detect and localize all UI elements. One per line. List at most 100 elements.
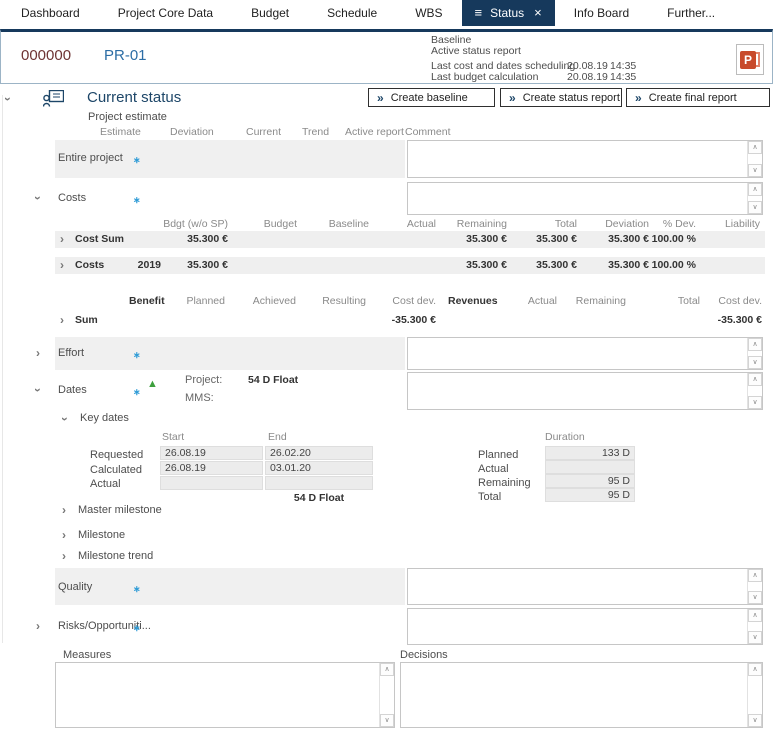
scrollbar[interactable]: ∧ ∨: [747, 373, 762, 409]
effort-label: Effort: [58, 347, 84, 359]
collapse-key-dates-icon[interactable]: ›: [60, 417, 70, 421]
scroll-down-icon[interactable]: ∨: [748, 396, 762, 409]
remaining-duration-label: Remaining: [478, 477, 531, 489]
scroll-down-icon[interactable]: ∨: [380, 714, 394, 727]
scrollbar[interactable]: ∧ ∨: [747, 338, 762, 369]
estimate-marker-icon[interactable]: ∗: [133, 623, 141, 634]
scroll-down-icon[interactable]: ∨: [748, 356, 762, 369]
scroll-down-icon[interactable]: ∨: [748, 164, 762, 177]
expand-master-milestone-icon[interactable]: ›: [62, 505, 66, 515]
sum-label: Sum: [75, 314, 98, 326]
scroll-up-icon[interactable]: ∧: [748, 609, 762, 622]
tab-info-board[interactable]: Info Board: [555, 0, 648, 26]
scrollbar[interactable]: ∧ ∨: [379, 663, 394, 727]
tab-status[interactable]: ≡ Status ×: [462, 0, 555, 26]
tab-further[interactable]: Further...: [648, 0, 734, 26]
remaining-duration-cell: 95 D: [545, 474, 635, 488]
risks-comment-box[interactable]: ∧ ∨: [407, 608, 763, 645]
costs-label: Costs: [58, 192, 86, 204]
project-number: 000000: [21, 47, 71, 64]
expand-effort-icon[interactable]: ›: [36, 348, 40, 358]
tab-dashboard[interactable]: Dashboard: [2, 0, 99, 26]
scroll-up-icon[interactable]: ∧: [380, 663, 394, 676]
col-actual-revenues: Actual: [490, 295, 557, 307]
cost-sum-label: Cost Sum: [75, 233, 124, 245]
scrollbar[interactable]: ∧ ∨: [747, 141, 762, 177]
run-icon: »: [635, 91, 642, 105]
scrollbar[interactable]: ∧ ∨: [747, 569, 762, 604]
scrollbar[interactable]: ∧ ∨: [747, 663, 762, 727]
scroll-up-icon[interactable]: ∧: [748, 663, 762, 676]
create-final-report-button[interactable]: » Create final report: [626, 88, 770, 107]
tab-schedule[interactable]: Schedule: [308, 0, 396, 26]
estimate-marker-icon[interactable]: ∗: [133, 350, 141, 361]
collapse-costs-icon[interactable]: ›: [33, 196, 43, 200]
scrollbar[interactable]: ∧ ∨: [747, 183, 762, 214]
scroll-up-icon[interactable]: ∧: [748, 141, 762, 154]
active-status-report-label: Active status report: [431, 45, 521, 57]
project-estimate-label: Project estimate: [88, 111, 167, 123]
estimate-marker-icon[interactable]: ∗: [133, 584, 141, 595]
col-start: Start: [162, 431, 184, 443]
estimate-marker-icon[interactable]: ∗: [133, 387, 141, 398]
master-milestone-label[interactable]: Master milestone: [78, 504, 162, 516]
close-tab-icon[interactable]: ×: [534, 0, 542, 26]
tab-budget[interactable]: Budget: [232, 0, 308, 26]
expand-milestone-icon[interactable]: ›: [62, 530, 66, 540]
milestone-label[interactable]: Milestone: [78, 529, 125, 541]
powerpoint-export-icon[interactable]: P: [736, 44, 764, 75]
planned-duration-cell: 133 D: [545, 446, 635, 460]
col-deviation: Deviation: [582, 218, 649, 230]
create-baseline-button[interactable]: » Create baseline: [368, 88, 495, 107]
expand-risks-icon[interactable]: ›: [36, 621, 40, 631]
estimate-marker-icon[interactable]: ∗: [133, 155, 141, 166]
scroll-down-icon[interactable]: ∨: [748, 631, 762, 644]
col-end: End: [268, 431, 287, 443]
estimate-marker-icon[interactable]: ∗: [133, 195, 141, 206]
expand-cost-sum-icon[interactable]: ›: [60, 234, 64, 244]
scroll-down-icon[interactable]: ∨: [748, 714, 762, 727]
col-cost-dev-benefit: Cost dev.: [370, 295, 436, 307]
collapse-dates-icon[interactable]: ›: [33, 388, 43, 392]
scroll-up-icon[interactable]: ∧: [748, 373, 762, 386]
requested-label: Requested: [90, 449, 143, 461]
col-comment: Comment: [405, 126, 451, 138]
effort-row: [55, 337, 405, 370]
tab-project-core-data[interactable]: Project Core Data: [99, 0, 232, 26]
collapse-current-status-icon[interactable]: ›: [3, 97, 13, 101]
col-bdgt: Bdgt (w/o SP): [140, 218, 228, 230]
total-duration-cell: 95 D: [545, 488, 635, 502]
expand-costs-2019-icon[interactable]: ›: [60, 260, 64, 270]
tab-wbs[interactable]: WBS: [396, 0, 461, 26]
col-planned: Planned: [160, 295, 225, 307]
scroll-down-icon[interactable]: ∨: [748, 201, 762, 214]
effort-comment-box[interactable]: ∧ ∨: [407, 337, 763, 370]
costs-comment-box[interactable]: ∧ ∨: [407, 182, 763, 215]
menu-icon[interactable]: ≡: [475, 0, 483, 26]
decisions-text-box[interactable]: ∧ ∨: [400, 662, 763, 728]
expand-milestone-trend-icon[interactable]: ›: [62, 551, 66, 561]
col-active-report: Active report: [345, 126, 404, 138]
measures-text-box[interactable]: ∧ ∨: [55, 662, 395, 728]
planned-duration-label: Planned: [478, 449, 518, 461]
status-report-icon: [43, 90, 64, 107]
costs-2019-total: 35.300 €: [514, 259, 577, 271]
scrollbar[interactable]: ∧ ∨: [747, 609, 762, 644]
scroll-up-icon[interactable]: ∧: [748, 183, 762, 196]
tab-bar: Dashboard Project Core Data Budget Sched…: [0, 0, 773, 26]
col-total: Total: [514, 218, 577, 230]
expand-sum-icon[interactable]: ›: [60, 315, 64, 325]
scroll-up-icon[interactable]: ∧: [748, 569, 762, 582]
scroll-up-icon[interactable]: ∧: [748, 338, 762, 351]
dates-comment-box[interactable]: ∧ ∨: [407, 372, 763, 410]
col-duration: Duration: [545, 431, 585, 443]
costs-2019-deviation: 35.300 €: [582, 259, 649, 271]
milestone-trend-label[interactable]: Milestone trend: [78, 550, 153, 562]
quality-comment-box[interactable]: ∧ ∨: [407, 568, 763, 605]
create-status-report-button[interactable]: » Create status report: [500, 88, 622, 107]
cost-sum-deviation: 35.300 €: [582, 233, 649, 245]
entire-project-comment-box[interactable]: ∧ ∨: [407, 140, 763, 178]
total-duration-label: Total: [478, 491, 501, 503]
col-deviation: Deviation: [170, 126, 214, 138]
scroll-down-icon[interactable]: ∨: [748, 591, 762, 604]
